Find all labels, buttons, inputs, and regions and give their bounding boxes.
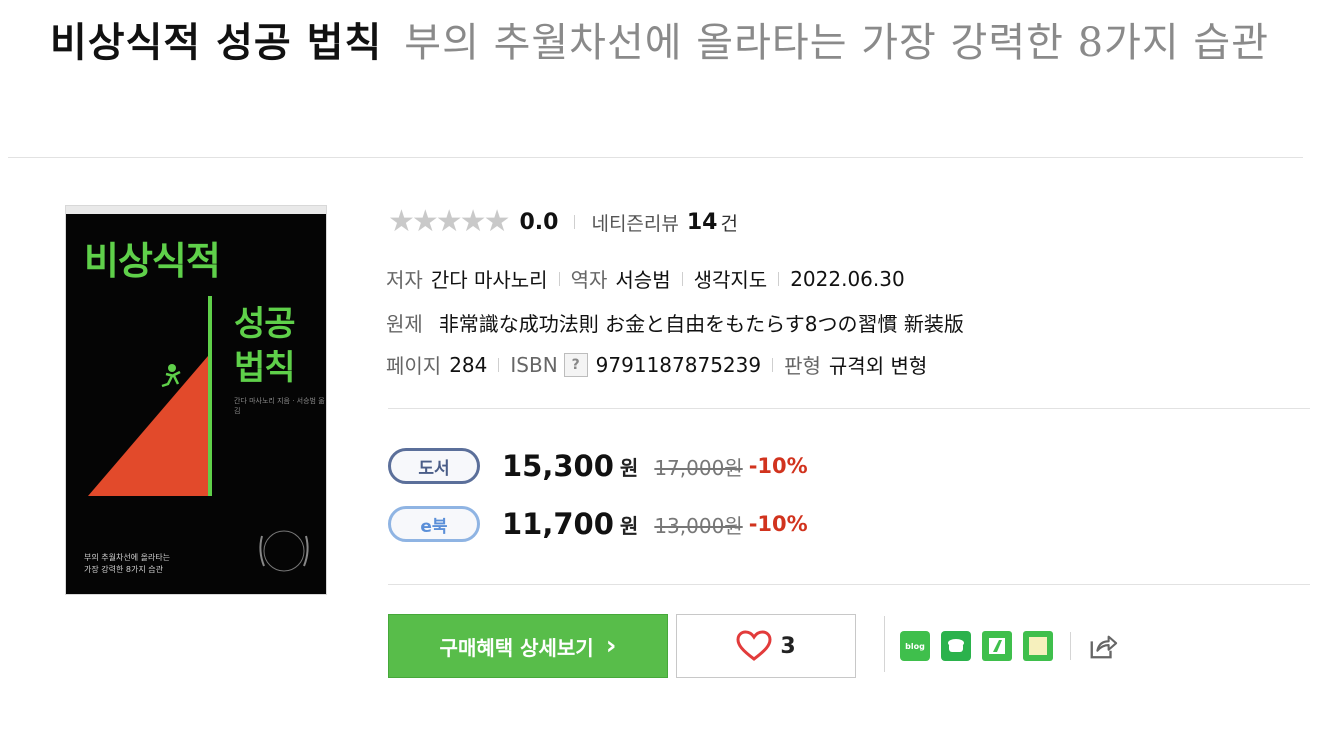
- blog-share-icon[interactable]: blog: [900, 631, 930, 661]
- currency-unit: 원: [619, 455, 639, 480]
- divider: [772, 357, 774, 372]
- book-type-badge[interactable]: 도서: [388, 448, 480, 484]
- sale-price: 11,700: [502, 507, 614, 541]
- original-title: 非常識な成功法則 お金と自由をもたらす8つの習慣 新装版: [438, 312, 964, 336]
- translator-label: 역자: [570, 268, 608, 292]
- divider: [574, 215, 576, 229]
- author-row: 저자 간다 마사노리 역자 서승범 생각지도 2022.06.30: [386, 264, 905, 293]
- rating-row: ★★★★★ 0.0 네티즌리뷰 14 건: [388, 205, 738, 239]
- band-share-icon[interactable]: [982, 631, 1012, 661]
- cover-seal: [263, 530, 305, 572]
- discount-rate: -10%: [748, 512, 808, 536]
- publish-date: 2022.06.30: [790, 266, 905, 291]
- help-icon[interactable]: ?: [563, 352, 588, 377]
- original-price: 13,000원: [654, 513, 743, 538]
- rating-score: 0.0: [519, 209, 559, 235]
- pages-label: 페이지: [386, 354, 442, 378]
- divider: [1070, 632, 1071, 660]
- divider: [388, 584, 1310, 585]
- ebook-type-badge[interactable]: e북: [388, 506, 480, 542]
- cafe-share-icon[interactable]: [941, 631, 971, 661]
- format-value: 규격외 변형: [828, 354, 928, 378]
- review-label[interactable]: 네티즌리뷰: [591, 209, 678, 236]
- book-title: 비상식적 성공 법칙: [50, 19, 383, 66]
- book-cover[interactable]: 비상식적 성공 법칙 간다 마사노리 지음 · 서승범 옮김 부의 추월차선에 …: [66, 206, 326, 594]
- cover-title: 비상식적: [84, 239, 221, 283]
- cover-runner-head: [168, 364, 176, 372]
- review-unit: 건: [720, 212, 738, 235]
- isbn-label: ISBN: [510, 352, 558, 377]
- divider: [558, 271, 560, 286]
- memo-share-icon[interactable]: [1023, 631, 1053, 661]
- pages-value: 284: [449, 352, 488, 377]
- pages-isbn-row: 페이지 284 ISBN ? 9791187875239 판형 규격외 변형: [386, 350, 927, 379]
- divider: [498, 357, 500, 372]
- sale-price: 15,300: [502, 449, 614, 483]
- purchase-benefits-button[interactable]: 구매혜택 상세보기 ›: [388, 614, 668, 678]
- divider: [884, 616, 885, 672]
- author-label: 저자: [386, 268, 423, 292]
- price-row-ebook: e북 11,700 원 13,000원 -10%: [388, 506, 808, 542]
- discount-rate: -10%: [748, 454, 808, 478]
- divider: [8, 157, 1303, 158]
- page-title: 비상식적 성공 법칙 부의 추월차선에 올라타는 가장 강력한 8가지 습관: [50, 14, 1310, 72]
- heart-icon: [736, 630, 772, 661]
- translator-link[interactable]: 서승범: [615, 264, 670, 293]
- original-title-row: 원제 非常識な成功法則 お金と自由をもたらす8つの習慣 新装版: [386, 308, 964, 337]
- like-count: 3: [780, 633, 796, 659]
- purchase-benefits-label: 구매혜택 상세보기: [439, 635, 594, 660]
- cover-runner-body: [161, 370, 181, 388]
- divider: [778, 271, 780, 286]
- divider: [388, 408, 1310, 409]
- author-link[interactable]: 간다 마사노리: [431, 264, 548, 293]
- divider: [681, 271, 683, 286]
- cover-title-sub: 성공 법칙: [234, 304, 296, 388]
- format-label: 판형: [784, 354, 821, 378]
- cover-green-bar: [208, 296, 212, 496]
- original-title-label: 원제: [386, 312, 423, 336]
- share-icon[interactable]: [1088, 631, 1118, 661]
- star-rating-icon: ★★★★★: [388, 204, 510, 239]
- original-price: 17,000원: [654, 455, 743, 480]
- chevron-right-icon: ›: [605, 631, 617, 661]
- book-subtitle: 부의 추월차선에 올라타는 가장 강력한 8가지 습관: [404, 20, 1270, 66]
- cover-author: 간다 마사노리 지음 · 서승범 옮김: [234, 397, 325, 415]
- review-count[interactable]: 14: [687, 210, 718, 235]
- publisher-link[interactable]: 생각지도: [694, 264, 768, 293]
- isbn-value: 9791187875239: [595, 352, 762, 377]
- cover-tagline: 부의 추월차선에 올라타는 가장 강력한 8가지 습관: [84, 553, 171, 574]
- currency-unit: 원: [619, 513, 639, 538]
- like-button[interactable]: 3: [676, 614, 856, 678]
- cover-triangle: [88, 356, 208, 496]
- price-row-book: 도서 15,300 원 17,000원 -10%: [388, 448, 808, 484]
